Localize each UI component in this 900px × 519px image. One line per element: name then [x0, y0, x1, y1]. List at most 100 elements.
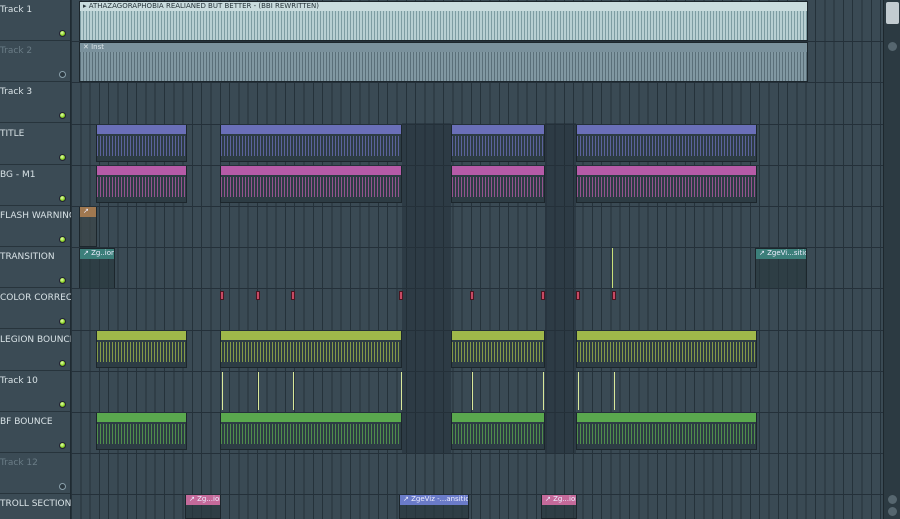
playlist-grid[interactable]: ▸ ATHAZAGORAPHOBIA REALIANED BUT BETTER …	[71, 0, 883, 519]
track-header[interactable]: BF BOUNCE	[0, 412, 70, 453]
track10-event-line	[222, 372, 223, 410]
title-pattern[interactable]	[220, 124, 402, 162]
legion-bounce-pattern[interactable]	[451, 330, 545, 368]
track10-event-line	[401, 372, 402, 410]
bg-m1-pattern[interactable]	[96, 165, 187, 203]
bg-m1-pattern[interactable]	[220, 165, 402, 203]
title-pattern[interactable]	[451, 124, 545, 162]
mute-led-icon[interactable]	[59, 400, 66, 408]
troll-clip-2[interactable]: ↗ ZgeViz -...ansition	[399, 494, 469, 519]
mute-led-icon[interactable]	[59, 153, 66, 161]
track-name: Track 3	[0, 87, 33, 98]
audio-clip-main-label: ▸ ATHAZAGORAPHOBIA REALIANED BUT BETTER …	[83, 2, 319, 10]
mute-led-icon[interactable]	[59, 442, 66, 449]
color-correction-marker[interactable]	[612, 291, 616, 300]
track-headers: Track 1 Track 2 Track 3 TITLE BG - M1 FLASH W…	[0, 0, 94, 519]
row-separator	[71, 41, 883, 42]
track-name: TROLL SECTIONS	[0, 499, 78, 510]
mute-led-icon[interactable]	[59, 71, 66, 79]
bg-m1-pattern[interactable]	[451, 165, 545, 203]
row-separator	[71, 206, 883, 207]
color-correction-marker[interactable]	[256, 291, 260, 300]
troll-clip-1-label: ↗ Zg...ion	[189, 495, 221, 503]
troll-clip-1[interactable]: ↗ Zg...ion	[185, 494, 221, 519]
track-name: Track 2	[0, 46, 33, 57]
track-header[interactable]: Track 12	[0, 453, 70, 495]
legion-bounce-pattern[interactable]	[96, 330, 187, 368]
bf-bounce-pattern[interactable]	[451, 412, 545, 450]
track-name: Track 10	[0, 375, 38, 386]
track-name: Track 12	[0, 458, 38, 469]
row-separator	[71, 494, 883, 495]
track-header[interactable]: LEGION BOUNCE	[0, 330, 75, 371]
track-name: TRANSITION	[0, 252, 55, 263]
playlist-window: Track 1 Track 2 Track 3 TITLE BG - M1 FLASH W…	[0, 0, 900, 519]
flash-warning-clip[interactable]: ↗	[79, 206, 97, 247]
bf-bounce-pattern[interactable]	[576, 412, 757, 450]
title-pattern[interactable]	[96, 124, 187, 162]
color-correction-marker[interactable]	[399, 291, 403, 300]
row-separator	[71, 124, 883, 125]
track-name: BF BOUNCE	[0, 417, 53, 427]
scroll-step-icon[interactable]	[888, 507, 897, 516]
color-correction-marker[interactable]	[576, 291, 580, 300]
row-separator	[71, 453, 883, 454]
mute-led-icon[interactable]	[59, 30, 66, 37]
track-header[interactable]: TROLL SECTIONS	[0, 494, 77, 519]
row-separator	[71, 330, 883, 331]
track-header[interactable]: COLOR CORRECTION	[0, 288, 94, 330]
color-correction-marker[interactable]	[470, 291, 474, 300]
title-pattern[interactable]	[576, 124, 757, 162]
color-correction-marker[interactable]	[291, 291, 295, 300]
transition-clip-1-label: ↗ Zg..ion	[83, 249, 115, 257]
track-header[interactable]: TITLE	[0, 124, 70, 165]
audio-clip-inst-label: ✕ Inst	[83, 43, 104, 51]
row-separator	[71, 82, 883, 83]
scroll-step-icon[interactable]	[888, 495, 897, 504]
mute-led-icon[interactable]	[59, 359, 66, 367]
row-separator	[71, 412, 883, 413]
bg-m1-pattern[interactable]	[576, 165, 757, 203]
flash-warning-label: ↗	[83, 207, 89, 215]
mute-led-icon[interactable]	[59, 236, 66, 243]
track10-event-line	[293, 372, 294, 410]
track-header[interactable]: Track 3	[0, 82, 70, 124]
row-separator	[71, 288, 883, 289]
track-header[interactable]: Track 1	[0, 0, 70, 41]
transition-clip-1[interactable]: ↗ Zg..ion	[79, 248, 115, 289]
troll-clip-3-label: ↗ Zg...ion	[545, 495, 577, 503]
scroll-thumb[interactable]	[886, 2, 899, 24]
track-name: TITLE	[0, 128, 25, 139]
mute-led-icon[interactable]	[59, 194, 66, 202]
track-header[interactable]: TRANSITION	[0, 247, 70, 289]
track-header[interactable]: BG - M1	[0, 165, 70, 206]
bf-bounce-pattern[interactable]	[96, 412, 187, 450]
track-name: FLASH WARNING	[0, 211, 76, 221]
troll-clip-2-label: ↗ ZgeViz -...ansition	[403, 495, 469, 503]
transition-clip-2[interactable]: ↗ ZgeVi...sition	[755, 248, 807, 289]
track10-event-line	[578, 372, 579, 410]
bf-bounce-pattern[interactable]	[220, 412, 402, 450]
track10-event-line	[543, 372, 544, 410]
troll-clip-3[interactable]: ↗ Zg...ion	[541, 494, 577, 519]
scroll-step-icon[interactable]	[888, 42, 897, 51]
vertical-scrollbar[interactable]	[883, 0, 900, 519]
mute-led-icon[interactable]	[59, 318, 66, 326]
track-header[interactable]: Track 10	[0, 371, 70, 412]
row-separator	[71, 371, 883, 372]
audio-clip-main[interactable]: ▸ ATHAZAGORAPHOBIA REALIANED BUT BETTER …	[79, 1, 808, 41]
mute-led-icon[interactable]	[59, 277, 66, 285]
mute-led-icon[interactable]	[59, 112, 66, 120]
legion-bounce-pattern[interactable]	[220, 330, 402, 368]
track-header[interactable]: Track 2	[0, 41, 70, 83]
track-header[interactable]: FLASH WARNING	[0, 206, 76, 247]
legion-bounce-pattern[interactable]	[576, 330, 757, 368]
audio-clip-inst[interactable]: ✕ Inst	[79, 42, 808, 82]
color-correction-marker[interactable]	[541, 291, 545, 300]
track-name: Track 1	[0, 5, 33, 15]
track10-event-line	[472, 372, 473, 410]
mute-led-icon[interactable]	[59, 483, 66, 491]
row-separator	[71, 247, 883, 248]
color-correction-marker[interactable]	[220, 291, 224, 300]
transition-clip-2-label: ↗ ZgeVi...sition	[759, 249, 806, 257]
